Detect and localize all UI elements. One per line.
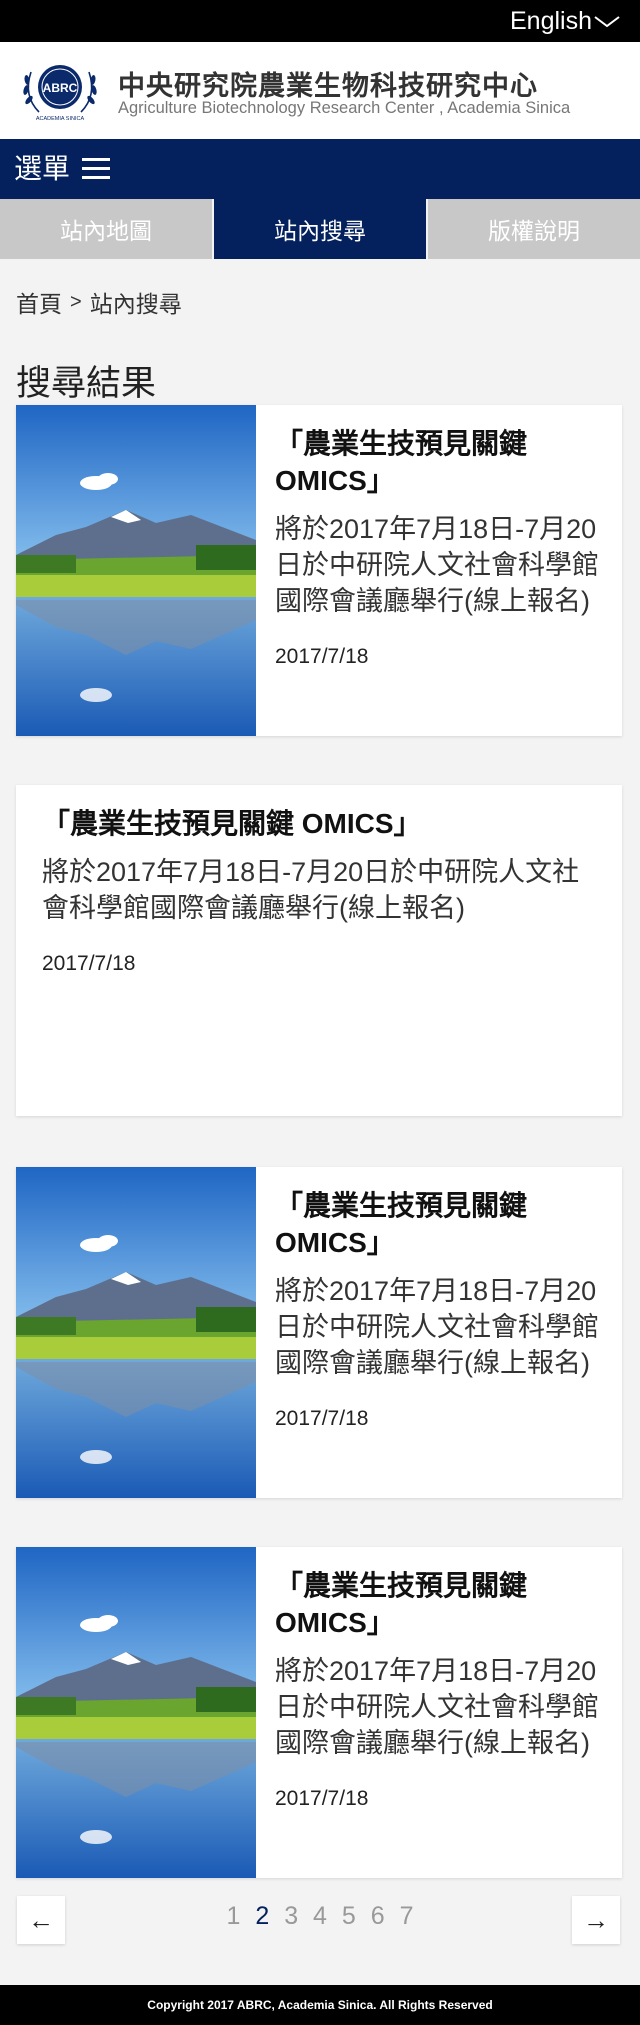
language-switch[interactable]: English [510, 6, 620, 36]
result-date: 2017/7/18 [275, 645, 369, 668]
tab-copyright[interactable]: 版權說明 [426, 199, 640, 259]
top-bar: English [0, 0, 640, 42]
result-body: 「農業生技預見關鍵 OMICS」 將於2017年7月18日-7月20日於中研院人… [42, 805, 592, 976]
breadcrumb-separator: > [70, 290, 82, 313]
result-title[interactable]: 「農業生技預見關鍵 OMICS」 [42, 805, 592, 842]
result-card[interactable]: 「農業生技預見關鍵 OMICS」 將於2017年7月18日-7月20日於中研院人… [16, 785, 622, 1116]
page-link[interactable]: 7 [400, 1902, 414, 1930]
result-card[interactable]: 「農業生技預見關鍵 OMICS」 將於2017年7月18日-7月20日於中研院人… [16, 1547, 622, 1878]
result-thumbnail[interactable] [16, 1167, 256, 1498]
page-link[interactable]: 6 [371, 1902, 385, 1930]
language-label: English [510, 7, 592, 35]
menu-toggle-button[interactable]: 選單 [14, 151, 111, 187]
abrc-logo[interactable]: ABRC ACADEMIA SINICA [17, 56, 103, 124]
copyright-text: Copyright 2017 ABRC, Academia Sinica. Al… [147, 1998, 493, 2012]
breadcrumb-home-link[interactable]: 首頁 [16, 285, 62, 319]
page-link[interactable]: 3 [284, 1902, 298, 1930]
hamburger-icon [82, 158, 111, 180]
logo-subtext: ACADEMIA SINICA [36, 116, 85, 122]
result-title[interactable]: 「農業生技預見關鍵 OMICS」 [275, 1187, 606, 1261]
breadcrumb-current: 站內搜尋 [89, 291, 182, 317]
page-link[interactable]: 1 [226, 1902, 240, 1930]
page-link[interactable]: 5 [342, 1902, 356, 1930]
breadcrumb: 首頁 > 站內搜尋 [16, 285, 182, 319]
site-name-english: Agriculture Biotechnology Research Cente… [118, 99, 571, 117]
chevron-down-icon [594, 16, 620, 28]
result-thumbnail[interactable] [16, 405, 256, 736]
result-body: 「農業生技預見關鍵 OMICS」 將於2017年7月18日-7月20日於中研院人… [275, 1567, 606, 1811]
tab-site-search[interactable]: 站內搜尋 [212, 199, 426, 259]
result-card[interactable]: 「農業生技預見關鍵 OMICS」 將於2017年7月18日-7月20日於中研院人… [16, 1167, 622, 1498]
tab-sitemap[interactable]: 站內地圖 [0, 199, 212, 259]
site-name-chinese[interactable]: 中央研究院農業生物科技研究中心 [118, 64, 538, 103]
page-title: 搜尋結果 [16, 364, 157, 403]
site-header: ABRC ACADEMIA SINICA 中央研究院農業生物科技研究中心 Agr… [0, 42, 640, 139]
result-thumbnail[interactable] [16, 1547, 256, 1878]
utility-tabs: 站內地圖 站內搜尋 版權說明 [0, 199, 640, 259]
logo-text: ABRC [43, 81, 78, 95]
result-date: 2017/7/18 [42, 952, 136, 975]
menu-label: 選單 [14, 153, 71, 184]
result-description: 將於2017年7月18日-7月20日於中研院人文社會科學館國際會議廳舉行(線上報… [275, 514, 599, 616]
result-title[interactable]: 「農業生技預見關鍵 OMICS」 [275, 425, 606, 499]
page-link-current[interactable]: 2 [255, 1902, 269, 1930]
result-description: 將於2017年7月18日-7月20日於中研院人文社會科學館國際會議廳舉行(線上報… [42, 857, 580, 923]
menu-bar: 選單 [0, 139, 640, 199]
page-link[interactable]: 4 [313, 1902, 327, 1930]
result-card[interactable]: 「農業生技預見關鍵 OMICS」 將於2017年7月18日-7月20日於中研院人… [16, 405, 622, 736]
footer: Copyright 2017 ABRC, Academia Sinica. Al… [0, 1985, 640, 2025]
result-title[interactable]: 「農業生技預見關鍵 OMICS」 [275, 1567, 606, 1641]
result-body: 「農業生技預見關鍵 OMICS」 將於2017年7月18日-7月20日於中研院人… [275, 1187, 606, 1431]
result-description: 將於2017年7月18日-7月20日於中研院人文社會科學館國際會議廳舉行(線上報… [275, 1276, 599, 1378]
next-page-button[interactable]: → [572, 1896, 620, 1944]
result-body: 「農業生技預見關鍵 OMICS」 將於2017年7月18日-7月20日於中研院人… [275, 425, 606, 669]
result-date: 2017/7/18 [275, 1407, 369, 1430]
result-date: 2017/7/18 [275, 1787, 369, 1810]
pagination: 1 2 3 4 5 6 7 [0, 1902, 640, 1931]
result-description: 將於2017年7月18日-7月20日於中研院人文社會科學館國際會議廳舉行(線上報… [275, 1656, 599, 1758]
